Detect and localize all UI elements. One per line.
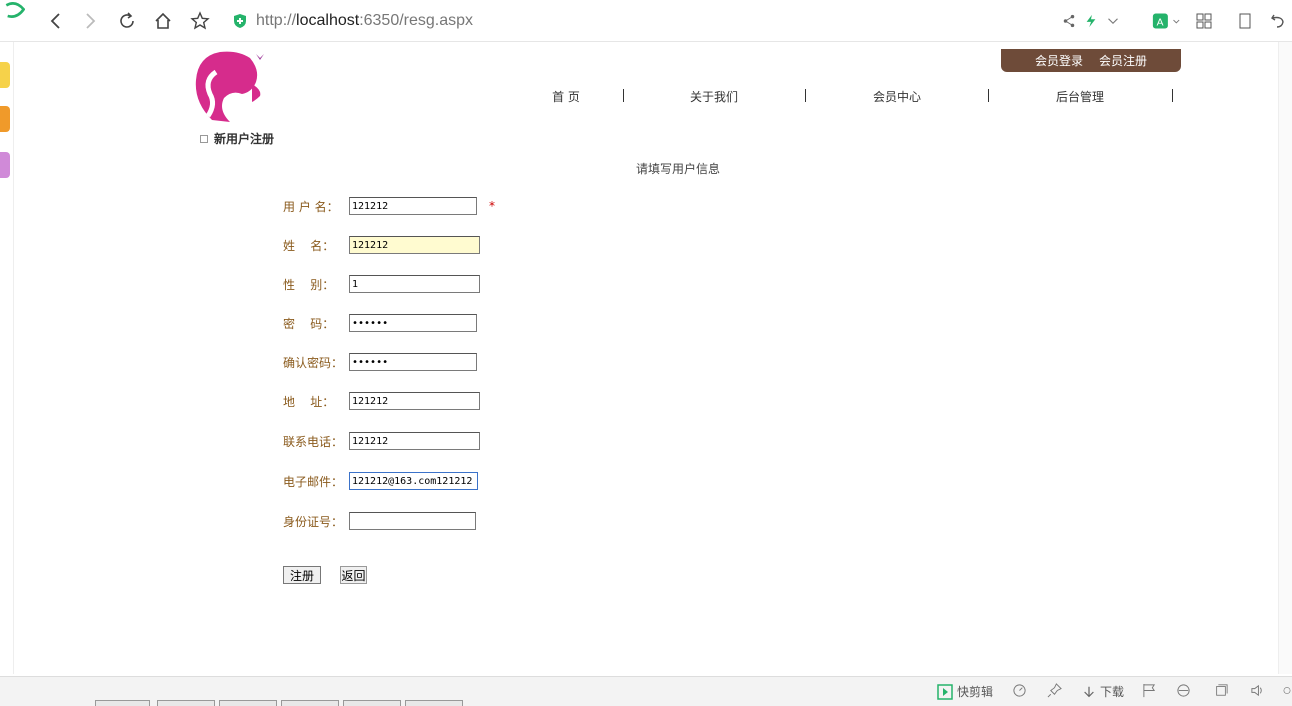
download-label: 下载 xyxy=(1100,685,1125,699)
taskbar-tab[interactable] xyxy=(219,700,277,706)
address-row: 地 址： xyxy=(283,391,480,411)
section-title: 新用户注册 xyxy=(200,130,274,147)
speed-icon[interactable] xyxy=(1012,683,1027,698)
username-input[interactable] xyxy=(349,197,477,215)
gender-row: 性 别： xyxy=(283,274,480,294)
section-title-text: 新用户注册 xyxy=(214,132,275,146)
password-label: 密 码： xyxy=(283,316,335,331)
name-input[interactable] xyxy=(349,236,480,254)
svg-text:A: A xyxy=(1157,18,1164,29)
shield-icon xyxy=(234,14,246,28)
nav-admin[interactable]: 后台管理 xyxy=(1020,88,1140,105)
idcard-label: 身份证号： xyxy=(283,514,344,529)
url-host: localhost xyxy=(296,12,360,29)
register-submit-button[interactable]: 注册 xyxy=(283,566,321,584)
confirm-password-label: 确认密码： xyxy=(283,355,344,370)
checkbox-bullet-icon xyxy=(200,134,208,143)
undo-icon[interactable] xyxy=(1268,10,1288,32)
confirm-password-input[interactable] xyxy=(349,353,477,371)
flag-icon[interactable] xyxy=(1142,683,1157,698)
nav-divider xyxy=(805,89,806,102)
gender-label: 性 别： xyxy=(283,277,335,292)
taskbar-tab[interactable] xyxy=(343,700,401,706)
home-icon[interactable] xyxy=(151,9,175,33)
username-label: 用 户 名： xyxy=(283,199,339,214)
zoom-icon[interactable] xyxy=(1282,683,1292,698)
nav-divider xyxy=(623,89,624,102)
phone-label: 联系电话： xyxy=(283,434,344,449)
download-icon xyxy=(1084,686,1094,697)
browser-mini-icon[interactable] xyxy=(1176,683,1191,698)
star-icon[interactable] xyxy=(188,9,212,33)
quick-cut-label: 快剪辑 xyxy=(957,685,994,699)
email-row: 电子邮件： xyxy=(283,471,478,491)
member-register-link[interactable]: 会员注册 xyxy=(1099,52,1147,69)
volume-icon[interactable] xyxy=(1250,683,1265,698)
gender-input[interactable] xyxy=(349,275,480,293)
address-label: 地 址： xyxy=(283,394,335,409)
username-row: 用 户 名： * xyxy=(283,196,495,216)
right-sidebar-strip xyxy=(1278,42,1292,674)
taskbar-tab[interactable] xyxy=(281,700,339,706)
sidebar-shortcut-icon[interactable] xyxy=(0,106,10,132)
browser-logo-icon xyxy=(0,0,30,24)
password-input[interactable] xyxy=(349,314,477,332)
taskbar-tab[interactable] xyxy=(157,700,215,706)
url-protocol: http:// xyxy=(256,12,297,29)
email-input[interactable] xyxy=(349,472,478,490)
share-icon[interactable] xyxy=(1060,10,1078,32)
name-label: 姓 名： xyxy=(283,238,335,253)
reading-icon[interactable] xyxy=(1235,10,1255,32)
url-path: :6350/resg.aspx xyxy=(359,12,474,29)
form-subtitle: 请填写用户信息 xyxy=(635,162,720,176)
address-bar[interactable]: http://localhost:6350/resg.aspx xyxy=(232,6,1132,36)
name-row: 姓 名： xyxy=(283,235,480,255)
phone-input[interactable] xyxy=(349,432,480,450)
idcard-row: 身份证号： xyxy=(283,511,476,531)
sidebar-shortcut-icon[interactable] xyxy=(0,62,10,88)
main-nav: 首 页 关于我们 会员中心 后台管理 xyxy=(480,88,1200,108)
nav-divider xyxy=(1172,89,1173,102)
taskbar-tab[interactable] xyxy=(95,700,150,706)
taskbar-tab[interactable] xyxy=(405,700,463,706)
email-label: 电子邮件： xyxy=(283,474,344,489)
quick-cut-icon xyxy=(937,683,953,700)
confirm-password-row: 确认密码： xyxy=(283,352,477,372)
nav-about[interactable]: 关于我们 xyxy=(654,88,774,105)
nav-home[interactable]: 首 页 xyxy=(506,88,626,105)
address-input[interactable] xyxy=(349,392,480,410)
nav-member-center[interactable]: 会员中心 xyxy=(837,88,957,105)
browser-toolbar: http://localhost:6350/resg.aspx A xyxy=(0,0,1292,42)
refresh-icon[interactable] xyxy=(115,9,139,33)
back-icon[interactable] xyxy=(44,9,68,33)
left-sidebar-strip xyxy=(0,42,14,674)
pin-icon[interactable] xyxy=(1047,683,1062,698)
forward-icon[interactable] xyxy=(78,9,102,33)
idcard-input[interactable] xyxy=(349,512,476,530)
site-logo xyxy=(190,50,274,126)
required-mark: * xyxy=(489,199,495,213)
lightning-icon[interactable] xyxy=(1082,10,1100,32)
password-row: 密 码： xyxy=(283,313,477,333)
apps-icon[interactable] xyxy=(1194,10,1214,32)
member-bar: 会员登录 会员注册 xyxy=(1001,49,1181,72)
member-login-link[interactable]: 会员登录 xyxy=(1035,52,1083,69)
chevron-down-icon[interactable] xyxy=(1104,10,1122,32)
window-icon[interactable] xyxy=(1214,683,1228,697)
translate-icon[interactable]: A xyxy=(1150,10,1182,32)
back-button[interactable]: 返回 xyxy=(340,566,367,584)
phone-row: 联系电话： xyxy=(283,431,480,451)
download-button[interactable]: 下载 xyxy=(1082,683,1124,700)
quick-cut-button[interactable]: 快剪辑 xyxy=(937,683,993,700)
nav-divider xyxy=(988,89,989,102)
